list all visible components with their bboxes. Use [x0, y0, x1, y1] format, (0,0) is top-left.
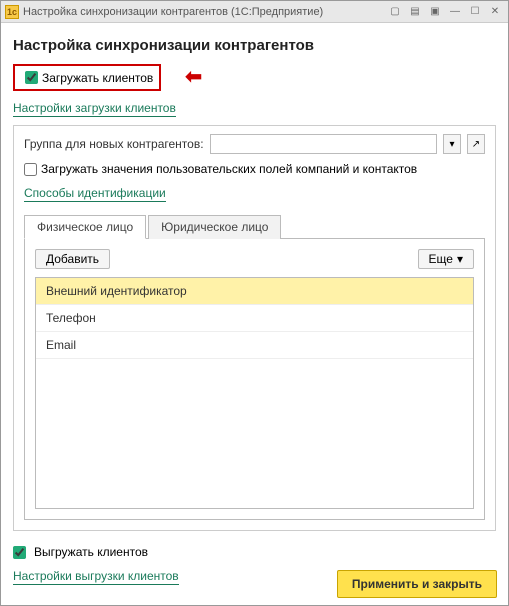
export-clients-checkbox[interactable]	[13, 546, 26, 559]
more-button-label: Еще	[429, 252, 453, 266]
tab-body: Добавить Еще ▾ Внешний идентификатор Тел…	[24, 239, 485, 520]
window-titlebar: 1c Настройка синхронизации контрагентов …	[1, 1, 508, 23]
tab-legal-entity[interactable]: Юридическое лицо	[148, 215, 281, 239]
id-methods-link[interactable]: Способы идентификации	[24, 186, 166, 202]
tabs: Физическое лицо Юридическое лицо	[24, 214, 485, 239]
app-icon: 1c	[5, 5, 19, 19]
load-clients-highlight: Загружать клиентов	[13, 64, 161, 91]
export-settings-link[interactable]: Настройки выгрузки клиентов	[13, 569, 179, 585]
close-button[interactable]: ✕	[486, 4, 504, 20]
group-field-input[interactable]	[210, 134, 437, 154]
list-item[interactable]: Email	[36, 332, 473, 359]
window-title: Настройка синхронизации контрагентов (1С…	[23, 6, 384, 18]
list-item[interactable]: Телефон	[36, 305, 473, 332]
load-clients-checkbox[interactable]	[25, 71, 38, 84]
toolbar-btn-2[interactable]: ▤	[406, 4, 424, 20]
group-field-open-button[interactable]: ↗	[467, 134, 485, 154]
group-field-label: Группа для новых контрагентов:	[24, 137, 204, 151]
toolbar-btn-3[interactable]: ▣	[426, 4, 444, 20]
load-settings-panel: Группа для новых контрагентов: ▾ ↗ Загру…	[13, 125, 496, 531]
minimize-button[interactable]: —	[446, 4, 464, 20]
list-item[interactable]: Внешний идентификатор	[36, 278, 473, 305]
apply-close-button[interactable]: Применить и закрыть	[337, 570, 497, 598]
load-custom-fields-checkbox[interactable]	[24, 163, 37, 176]
export-clients-label: Выгружать клиентов	[34, 545, 148, 559]
add-button[interactable]: Добавить	[35, 249, 110, 269]
more-button[interactable]: Еще ▾	[418, 249, 474, 269]
chevron-down-icon: ▾	[457, 252, 463, 266]
load-clients-label: Загружать клиентов	[42, 71, 153, 85]
toolbar-btn-1[interactable]: ▢	[386, 4, 404, 20]
id-methods-list[interactable]: Внешний идентификатор Телефон Email	[35, 277, 474, 509]
tab-individual[interactable]: Физическое лицо	[24, 215, 146, 239]
page-title: Настройка синхронизации контрагентов	[13, 37, 496, 54]
load-settings-link[interactable]: Настройки загрузки клиентов	[13, 101, 176, 117]
highlight-arrow-icon: ⬅	[185, 64, 202, 89]
maximize-button[interactable]: ☐	[466, 4, 484, 20]
load-custom-fields-label: Загружать значения пользовательских поле…	[41, 162, 417, 176]
group-field-dropdown-button[interactable]: ▾	[443, 134, 461, 154]
